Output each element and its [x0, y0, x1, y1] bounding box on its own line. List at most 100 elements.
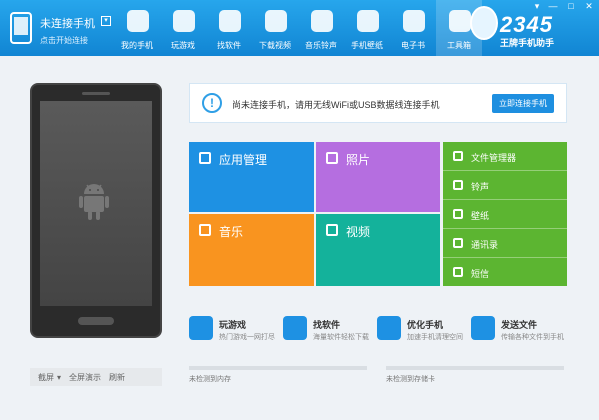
sdcard-storage: 未检测到存储卡	[386, 366, 564, 384]
menu-icon[interactable]: ▾	[530, 1, 544, 12]
connection-subtitle[interactable]: 点击开始连接	[40, 35, 88, 46]
gamepad-icon	[189, 316, 213, 340]
image-icon	[326, 152, 338, 164]
connection-status[interactable]: 未连接手机 ▾ 点击开始连接	[8, 6, 118, 50]
nav-label: 找软件	[217, 41, 241, 50]
contacts-icon	[453, 238, 463, 248]
side-item-file-manager[interactable]: 文件管理器	[443, 142, 567, 171]
tile-label: 视频	[346, 225, 371, 239]
film-icon	[265, 10, 287, 32]
tile-side-menu: 文件管理器 铃声 壁纸 通讯录 短信	[443, 142, 567, 286]
shortcut-title: 玩游戏	[219, 320, 247, 330]
fullscreen-demo-button[interactable]: 全屏演示	[69, 372, 101, 383]
tile-music[interactable]: 音乐	[189, 214, 314, 286]
nav-video[interactable]: 下载视频	[252, 0, 298, 56]
storage-bar	[386, 366, 564, 370]
book-icon	[403, 10, 425, 32]
side-item-label: 短信	[471, 269, 490, 279]
maximize-icon[interactable]: □	[564, 1, 578, 11]
wallpaper-icon	[453, 209, 463, 219]
nav-my-phone[interactable]: 我的手机	[114, 0, 160, 56]
brand-tagline: 王牌手机助手	[500, 38, 555, 48]
shortcut-optimize[interactable]: 优化手机 加速手机清理空间	[377, 316, 471, 344]
tile-app-management[interactable]: 应用管理	[189, 142, 314, 212]
phone-preview	[30, 83, 162, 338]
phone-icon	[127, 10, 149, 32]
side-item-label: 通讯录	[471, 240, 499, 250]
grid-icon	[199, 152, 211, 164]
shortcut-subtitle: 加速手机清理空间	[407, 334, 463, 341]
main-nav: 我的手机 玩游戏 找软件 下载视频 音乐铃声 手机壁纸 电子书 工具箱	[114, 0, 482, 56]
app-grid-icon	[283, 316, 307, 340]
nav-wallpaper[interactable]: 手机壁纸	[344, 0, 390, 56]
banner-message: 尚未连接手机，请用无线WiFi或USB数据线连接手机	[232, 100, 440, 110]
nav-ebooks[interactable]: 电子书	[390, 0, 436, 56]
shortcut-title: 优化手机	[407, 320, 444, 330]
tile-label: 照片	[346, 153, 371, 167]
shortcut-subtitle: 热门游戏一网打尽	[219, 334, 275, 341]
shortcut-title: 发送文件	[501, 320, 538, 330]
side-item-label: 壁纸	[471, 211, 490, 221]
side-item-wallpaper[interactable]: 壁纸	[443, 200, 567, 229]
nav-apps[interactable]: 找软件	[206, 0, 252, 56]
tile-label: 应用管理	[219, 153, 268, 167]
tile-video[interactable]: 视频	[316, 214, 440, 286]
shortcut-title: 找软件	[313, 320, 341, 330]
side-item-contacts[interactable]: 通讯录	[443, 229, 567, 258]
toolbox-icon	[449, 10, 471, 32]
brand-logo: 2345 王牌手机助手	[470, 6, 555, 49]
nav-label: 玩游戏	[171, 41, 195, 50]
music-icon	[311, 10, 333, 32]
music-note-icon	[199, 224, 211, 236]
chevron-down-icon[interactable]: ▾	[57, 373, 61, 382]
brand-number: 2345	[500, 12, 553, 37]
app-store-icon	[219, 10, 241, 32]
wallpaper-icon	[357, 10, 379, 32]
file-icon	[453, 151, 463, 161]
phone-icon	[10, 12, 32, 44]
nav-label: 手机壁纸	[351, 41, 383, 50]
storage-label: 未检测到内存	[189, 376, 231, 383]
device-controls: 截屏 ▾ 全屏演示 刷新	[30, 368, 162, 386]
bell-icon	[453, 180, 463, 190]
connection-dropdown-icon[interactable]: ▾	[101, 16, 111, 26]
shortcut-subtitle: 传输各种文件到手机	[501, 334, 564, 341]
screenshot-button[interactable]: 截屏	[38, 372, 54, 383]
side-item-sms[interactable]: 短信	[443, 258, 567, 287]
side-item-ringtones[interactable]: 铃声	[443, 171, 567, 200]
side-item-label: 文件管理器	[471, 153, 517, 163]
nav-ringtones[interactable]: 音乐铃声	[298, 0, 344, 56]
storage-label: 未检测到存储卡	[386, 376, 435, 383]
tile-photos[interactable]: 照片	[316, 142, 440, 212]
shortcut-subtitle: 海量软件轻松下载	[313, 334, 369, 341]
connect-phone-button[interactable]: 立即连接手机	[492, 94, 554, 113]
mascot-icon	[470, 6, 498, 40]
close-icon[interactable]: ✕	[582, 1, 596, 12]
envelope-icon	[453, 267, 463, 277]
play-icon	[326, 224, 338, 236]
home-button	[78, 317, 114, 325]
android-icon	[79, 184, 109, 220]
nav-label: 我的手机	[121, 41, 153, 50]
phone-speaker	[82, 92, 110, 95]
top-toolbar: 未连接手机 ▾ 点击开始连接 我的手机 玩游戏 找软件 下载视频 音乐铃声 手机…	[0, 0, 599, 56]
shortcut-send-file[interactable]: 发送文件 传输各种文件到手机	[471, 316, 565, 344]
nav-label: 下载视频	[259, 41, 291, 50]
shortcut-games[interactable]: 玩游戏 热门游戏一网打尽	[189, 316, 283, 344]
connection-title[interactable]: 未连接手机	[40, 15, 95, 31]
storage-bar	[189, 366, 367, 370]
paper-plane-icon	[471, 316, 495, 340]
tile-label: 音乐	[219, 225, 244, 239]
refresh-button[interactable]: 刷新	[109, 372, 125, 383]
gamepad-icon	[173, 10, 195, 32]
nav-label: 电子书	[401, 41, 425, 50]
nav-label: 音乐铃声	[305, 41, 337, 50]
internal-storage: 未检测到内存	[189, 366, 367, 384]
side-item-label: 铃声	[471, 182, 490, 192]
connection-banner: ! 尚未连接手机，请用无线WiFi或USB数据线连接手机 立即连接手机	[189, 83, 567, 123]
info-icon: !	[202, 93, 222, 113]
minimize-icon[interactable]: —	[546, 1, 560, 11]
shortcut-apps[interactable]: 找软件 海量软件轻松下载	[283, 316, 377, 344]
nav-games[interactable]: 玩游戏	[160, 0, 206, 56]
broom-icon	[377, 316, 401, 340]
